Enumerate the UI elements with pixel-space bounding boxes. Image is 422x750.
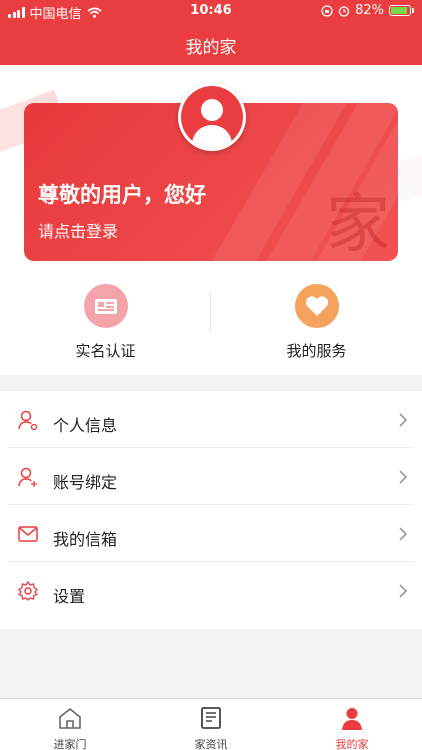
menu-item-settings[interactable]: 设置 — [8, 562, 414, 619]
news-icon — [201, 707, 221, 729]
heart-icon — [294, 284, 339, 328]
chevron-right-icon — [399, 584, 408, 598]
status-bar: 中国电信 10:46 82% — [0, 0, 422, 22]
tab-label: 家资讯 — [194, 738, 228, 750]
battery-tip — [412, 8, 414, 13]
mail-icon — [18, 526, 38, 542]
avatar[interactable] — [178, 83, 246, 151]
app-header: 中国电信 10:46 82% 我的家 — [0, 0, 422, 65]
battery-percent: 82% — [355, 3, 384, 18]
menu-item-account-binding[interactable]: 账号绑定 — [8, 448, 414, 505]
chevron-right-icon — [399, 527, 408, 541]
bottom-tab-bar: 进家门 家资讯 我的家 — [0, 698, 422, 750]
menu-label: 账号绑定 — [53, 473, 118, 492]
account-link-icon — [18, 467, 37, 487]
chevron-right-icon — [399, 413, 408, 427]
tab-label: 进家门 — [53, 738, 87, 750]
profile-icon — [342, 708, 362, 730]
avatar-icon — [181, 86, 243, 148]
my-services-label: 我的服务 — [286, 342, 347, 360]
home-icon — [59, 707, 81, 729]
menu-label: 我的信箱 — [53, 530, 118, 549]
menu-item-personal-info[interactable]: 个人信息 — [8, 391, 414, 448]
page-title: 我的家 — [185, 38, 237, 58]
menu-label: 设置 — [53, 587, 86, 606]
tab-news[interactable]: 家资讯 — [141, 703, 281, 750]
battery-icon — [389, 5, 411, 16]
tab-home[interactable]: 进家门 — [0, 703, 140, 750]
settings-menu: 个人信息 账号绑定 我的信箱 设置 — [0, 391, 422, 629]
alarm-icon — [338, 5, 350, 17]
status-right: 82% — [321, 3, 414, 18]
greeting-text: 尊敬的用户，您好 — [38, 183, 206, 207]
tab-my-home[interactable]: 我的家 — [282, 703, 422, 750]
menu-label: 个人信息 — [53, 416, 118, 435]
card-watermark: 家 — [326, 188, 390, 261]
my-services-button[interactable]: 我的服务 — [211, 281, 422, 375]
quick-actions: 实名认证 我的服务 — [0, 281, 422, 375]
id-card-icon — [83, 284, 128, 328]
real-name-auth-button[interactable]: 实名认证 — [0, 281, 211, 375]
gear-icon — [17, 580, 39, 601]
real-name-auth-label: 实名认证 — [75, 342, 136, 360]
orientation-lock-icon — [321, 4, 333, 17]
chevron-right-icon — [399, 470, 408, 484]
user-info-icon — [18, 410, 38, 431]
menu-item-mailbox[interactable]: 我的信箱 — [8, 505, 414, 562]
profile-section: 家 尊敬的用户，您好 请点击登录 实名认证 我的服务 — [0, 65, 422, 375]
tab-label: 我的家 — [335, 738, 369, 750]
login-link[interactable]: 请点击登录 — [38, 218, 118, 242]
